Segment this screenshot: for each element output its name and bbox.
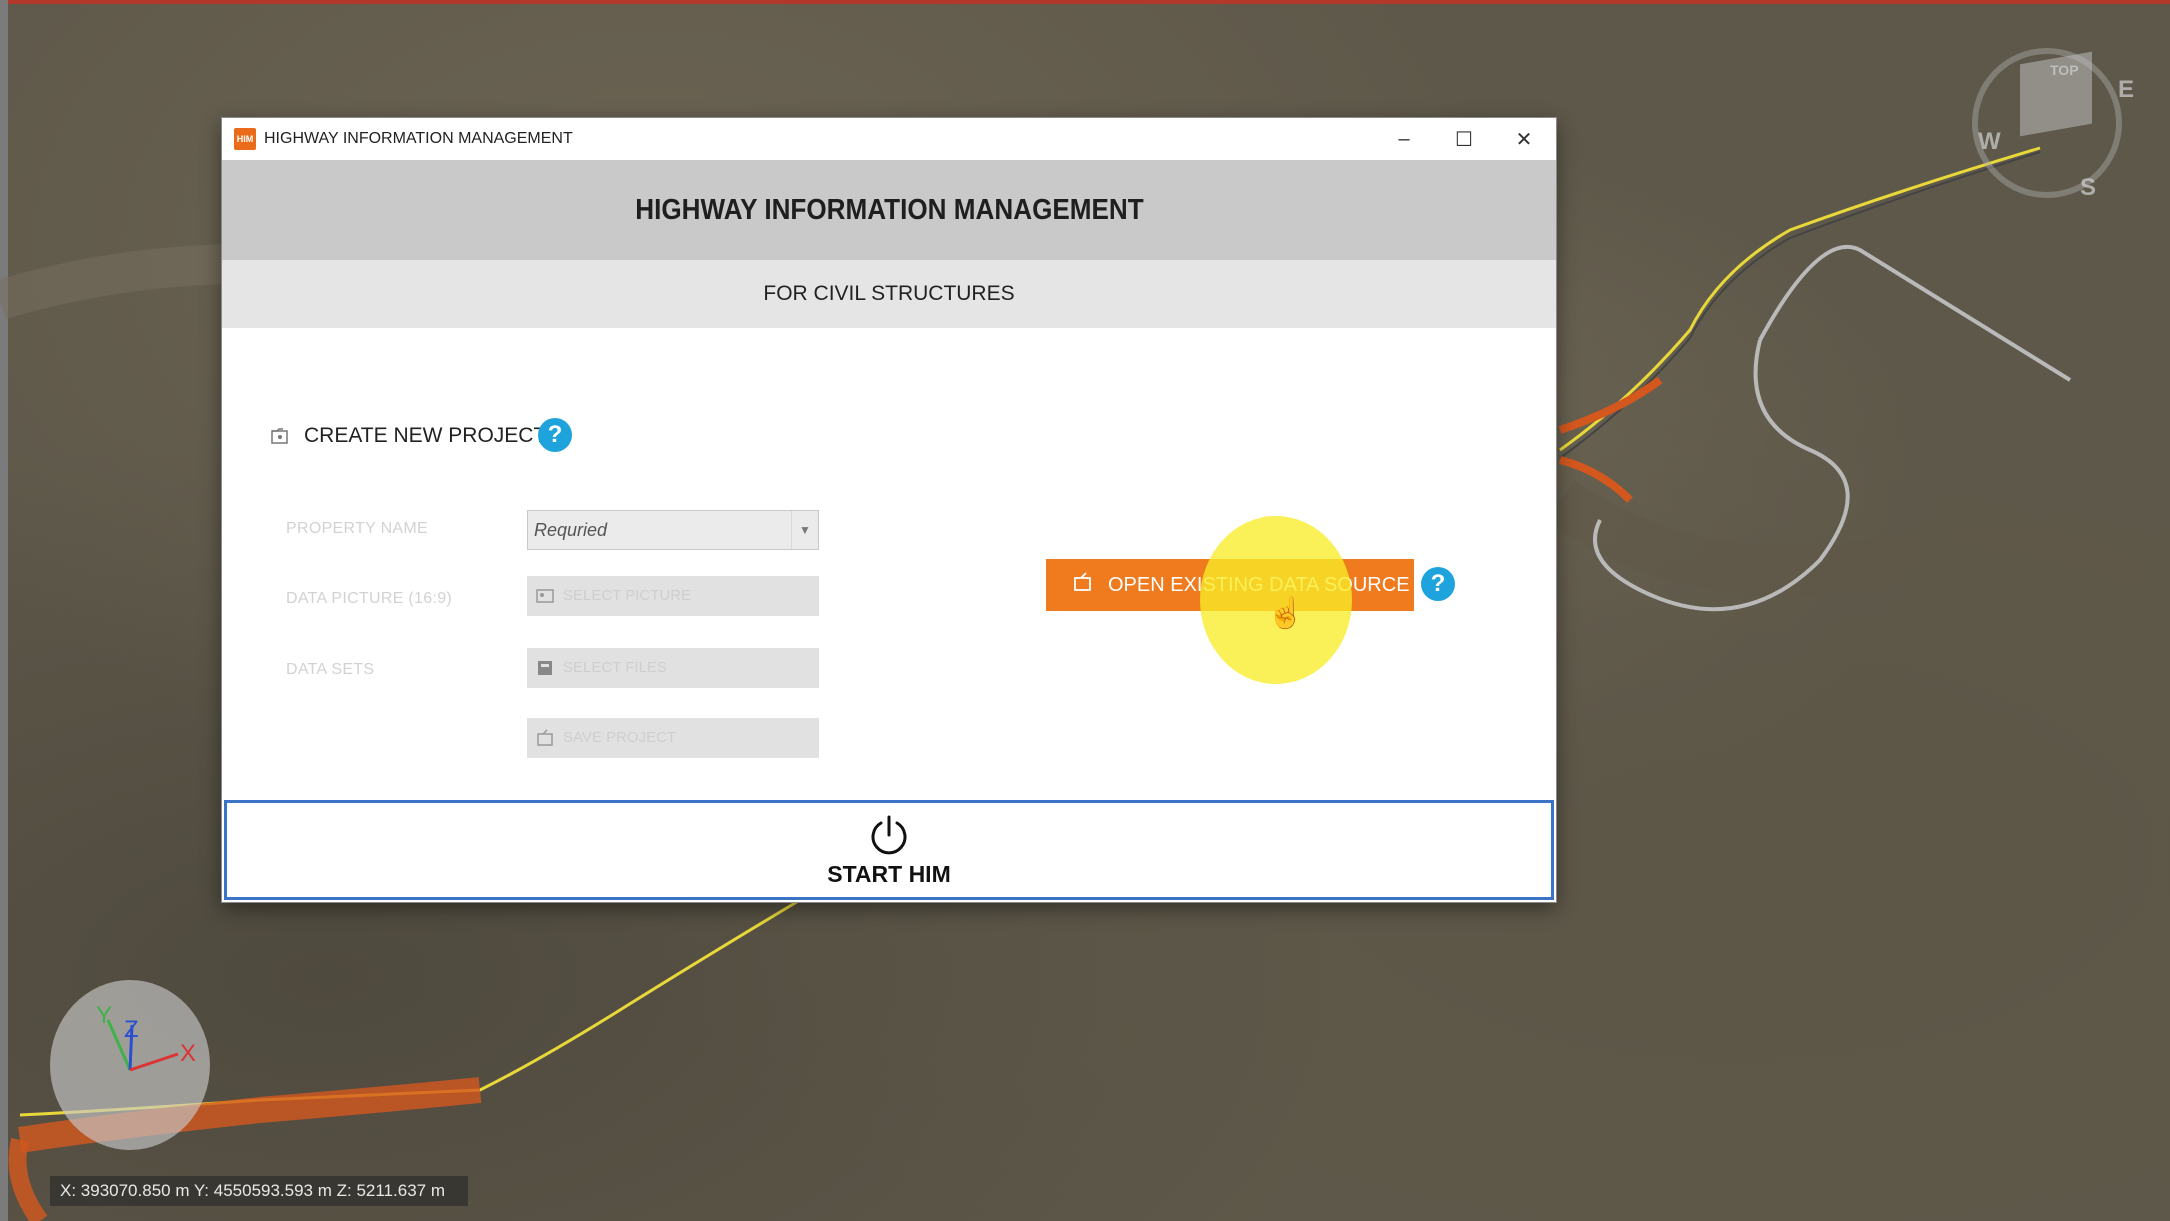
picture-icon — [535, 586, 555, 606]
chevron-down-icon[interactable]: ▼ — [791, 511, 818, 549]
minimize-button[interactable]: – — [1374, 118, 1434, 160]
him-dialog-window: HIM HIGHWAY INFORMATION MANAGEMENT – ☐ ✕… — [222, 118, 1556, 902]
folder-new-icon — [270, 426, 290, 446]
compass-east-label: E — [2118, 76, 2135, 103]
axis-y-label: Y — [96, 1002, 113, 1029]
highway-upper — [1559, 146, 2041, 452]
close-button[interactable]: ✕ — [1494, 118, 1554, 160]
main-header: HIGHWAY INFORMATION MANAGEMENT — [222, 160, 1556, 260]
compass-top-label: TOP — [2050, 62, 2079, 78]
axis-x-label: X — [180, 1040, 197, 1067]
property-name-select[interactable]: Requried ▼ — [527, 510, 819, 550]
highway-upper-shoulder — [1559, 151, 2041, 459]
data-sets-label: DATA SETS — [286, 661, 375, 678]
start-him-button[interactable]: START HIM — [224, 800, 1554, 900]
terrain-valley — [1545, 479, 2170, 636]
save-icon — [535, 728, 555, 748]
sub-header: FOR CIVIL STRUCTURES — [222, 260, 1556, 328]
select-files-button[interactable]: SELECT FILES — [527, 648, 819, 688]
property-name-label: PROPERTY NAME — [286, 520, 429, 537]
power-icon — [871, 815, 907, 855]
property-name-value: Requried — [534, 520, 608, 540]
create-project-help-icon[interactable]: ? — [538, 418, 572, 452]
open-existing-help-icon[interactable]: ? — [1421, 567, 1455, 601]
data-picture-label: DATA PICTURE (16:9) — [286, 590, 453, 607]
app-logo-icon: HIM — [234, 128, 256, 150]
axis-gizmo[interactable]: Y Z X — [50, 980, 210, 1150]
create-new-project-button[interactable]: CREATE NEW PROJECT — [270, 418, 546, 454]
database-icon — [535, 658, 555, 678]
open-existing-data-source-button[interactable]: OPEN EXISTING DATA SOURCE — [1046, 559, 1414, 611]
select-files-label: SELECT FILES — [563, 659, 667, 676]
save-project-button[interactable]: SAVE PROJECT — [527, 718, 819, 758]
page-title: HIGHWAY INFORMATION MANAGEMENT — [634, 193, 1144, 226]
coordinates-text: X: 393070.850 m Y: 4550593.593 m Z: 5211… — [60, 1181, 445, 1200]
compass-south-label: S — [2080, 174, 2097, 201]
earthworks-edge — [8, 1137, 48, 1221]
window-title: HIGHWAY INFORMATION MANAGEMENT — [264, 130, 573, 147]
folder-open-icon — [1072, 571, 1094, 599]
maximize-button[interactable]: ☐ — [1434, 118, 1494, 160]
coordinate-readout: X: 393070.850 m Y: 4550593.593 m Z: 5211… — [50, 1176, 468, 1206]
window-titlebar[interactable]: HIM HIGHWAY INFORMATION MANAGEMENT – ☐ ✕ — [222, 118, 1556, 160]
compass-west-label: W — [1978, 128, 2001, 155]
map-viewport[interactable]: TOP W S E Y Z X X: 393070.850 m Y: 45505… — [0, 0, 2170, 1221]
start-him-label: START HIM — [827, 861, 951, 887]
select-picture-label: SELECT PICTURE — [563, 587, 692, 604]
select-picture-button[interactable]: SELECT PICTURE — [527, 576, 819, 616]
create-new-project-label: CREATE NEW PROJECT — [304, 424, 547, 447]
open-existing-data-source-label: OPEN EXISTING DATA SOURCE — [1108, 573, 1410, 596]
save-project-label: SAVE PROJECT — [563, 729, 677, 746]
page-subtitle: FOR CIVIL STRUCTURES — [763, 282, 1015, 305]
axis-z-label: Z — [124, 1016, 139, 1043]
